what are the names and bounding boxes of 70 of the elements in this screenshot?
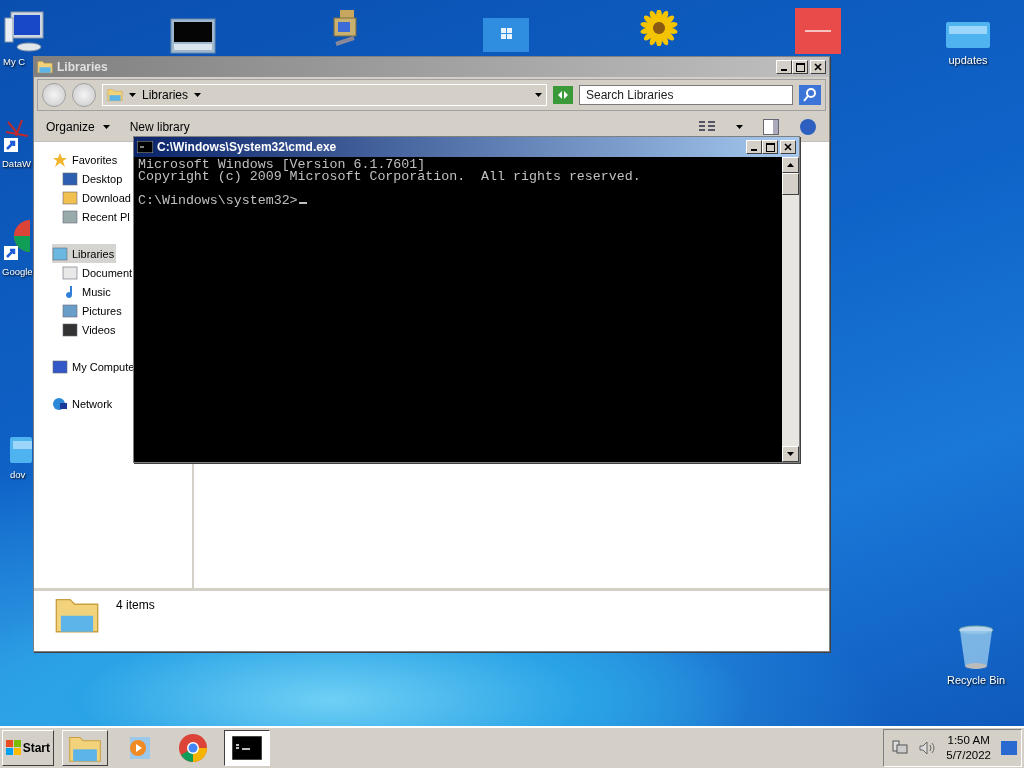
window-title: C:\Windows\System32\cmd.exe <box>157 140 337 154</box>
icon-label[interactable]: DataW <box>2 158 32 169</box>
monitor-icon[interactable] <box>170 18 216 54</box>
globe-icon <box>52 395 68 412</box>
toolbar-button[interactable]: Organize <box>46 120 110 134</box>
speaker-icon[interactable] <box>918 740 937 756</box>
nav-item[interactable]: Music <box>62 282 113 301</box>
command-prompt-icon <box>232 736 262 760</box>
nav-item[interactable]: Favorites <box>52 150 120 169</box>
search-field[interactable]: Search Libraries <box>579 85 793 105</box>
maximize-button[interactable] <box>792 60 808 74</box>
caret-icon <box>129 93 136 97</box>
address-bar[interactable]: Libraries <box>102 84 547 106</box>
console-output: Microsoft Windows [Version 6.1.7601] Copyright (c) 2009 Microsoft Corporation. All rights reserved. C:\Windows\system32> <box>137 157 642 210</box>
nav-item[interactable]: Download <box>62 188 133 207</box>
nav-item[interactable]: Desktop <box>62 169 125 188</box>
scrollbar-thumb[interactable] <box>782 173 799 195</box>
clock[interactable]: 1:50 AM 5/7/2022 <box>946 733 991 763</box>
icon-label[interactable]: updates <box>948 54 988 66</box>
minimize-button[interactable] <box>776 60 792 74</box>
caret-icon <box>535 93 542 97</box>
folder-icon <box>107 88 123 102</box>
folder-icon[interactable] <box>946 20 990 50</box>
nav-item[interactable]: Recent Pl <box>62 207 132 226</box>
nav-item[interactable]: Document <box>62 263 135 282</box>
browser-shortcut-icon[interactable] <box>2 218 30 262</box>
windows-logo-icon <box>6 740 21 756</box>
taskbar-button[interactable] <box>224 730 270 766</box>
icon-label[interactable]: My C <box>3 56 26 67</box>
computer-camera-icon[interactable] <box>330 8 360 48</box>
nav-item[interactable]: Libraries <box>52 244 117 263</box>
close-button[interactable] <box>810 60 826 74</box>
sunflower-icon[interactable] <box>640 10 678 46</box>
close-icon <box>814 63 822 71</box>
network-icon[interactable] <box>892 740 909 756</box>
maximize-icon <box>765 142 775 152</box>
minimize-button[interactable] <box>746 140 762 154</box>
breadcrumb-item[interactable]: Libraries <box>142 88 189 102</box>
nav-item[interactable]: Network <box>52 394 115 413</box>
tile-icon[interactable] <box>795 8 841 54</box>
item-count: 4 items <box>116 598 155 612</box>
nav-item[interactable]: Pictures <box>62 301 124 320</box>
chrome-icon <box>178 733 208 763</box>
folder-icon[interactable] <box>10 435 32 465</box>
scrollbar[interactable] <box>782 157 799 462</box>
caret-icon <box>194 93 202 97</box>
close-icon <box>784 143 792 151</box>
windows-logo-icon[interactable] <box>483 18 529 52</box>
nav-item[interactable]: My Compute <box>52 357 137 376</box>
maximize-icon <box>795 62 805 72</box>
recycle-bin-icon[interactable] <box>957 624 996 670</box>
refresh-icon[interactable] <box>553 86 573 104</box>
close-button[interactable] <box>780 140 796 154</box>
search-icon[interactable] <box>799 85 821 105</box>
caret-icon <box>736 125 743 129</box>
toolbar-button[interactable]: New library <box>129 120 190 134</box>
command-prompt-icon <box>137 141 153 153</box>
star-icon <box>52 151 68 168</box>
icon-label[interactable]: Recycle Bin <box>947 674 1006 686</box>
preview-pane-icon[interactable] <box>763 119 779 135</box>
start-button[interactable]: Start <box>2 730 54 766</box>
scroll-up-icon[interactable] <box>787 163 794 167</box>
icon-label[interactable]: dov <box>10 469 26 480</box>
nav-item[interactable]: Videos <box>62 320 118 339</box>
maximize-button[interactable] <box>762 140 778 154</box>
icon-label[interactable]: Google <box>2 266 33 277</box>
view-options-icon[interactable] <box>698 120 716 134</box>
folder-icon <box>37 60 53 74</box>
scroll-down-icon[interactable] <box>787 452 794 456</box>
window-title: Libraries <box>57 60 108 74</box>
